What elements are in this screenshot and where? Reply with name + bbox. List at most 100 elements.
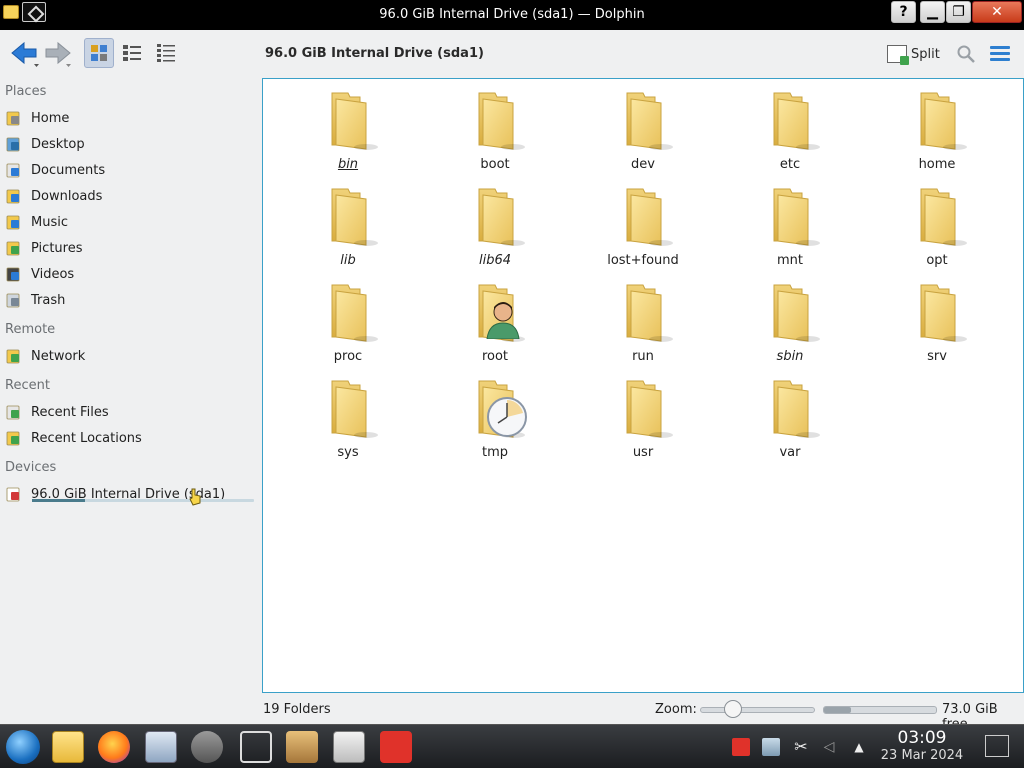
close-button[interactable]: ✕ (972, 1, 1022, 23)
hand-cursor-icon (188, 488, 202, 506)
folder-item-home[interactable]: home (877, 79, 997, 175)
help-button[interactable]: ? (891, 1, 916, 23)
sidebar-section-remote: Remote (5, 322, 56, 337)
folder-item-root[interactable]: root (435, 271, 555, 367)
arrow-right-icon (45, 41, 71, 67)
anydesk-tray-icon[interactable] (732, 738, 750, 756)
trash-icon (5, 291, 23, 309)
xterm-taskbar-icon[interactable] (333, 731, 365, 763)
minimize-button[interactable]: ▁ (920, 1, 945, 23)
folder-item-srv[interactable]: srv (877, 271, 997, 367)
sidebar-item-downloads[interactable]: Downloads (5, 185, 255, 207)
folder-label: tmp (481, 445, 508, 460)
split-label: Split (911, 46, 940, 62)
search-icon (957, 45, 975, 63)
sidebar-item-trash[interactable]: Trash (5, 289, 255, 311)
zoom-label: Zoom: (655, 702, 697, 717)
folder-item-dev[interactable]: dev (583, 79, 703, 175)
sidebar-item-pictures[interactable]: Pictures (5, 237, 255, 259)
folder-label: lib (340, 253, 356, 268)
folder-item-lib[interactable]: lib (288, 175, 408, 271)
maximize-button[interactable]: ❐ (946, 1, 971, 23)
tray-expand-arrow-icon[interactable]: ▲ (850, 738, 868, 756)
folder-label: home (918, 157, 956, 172)
split-button[interactable]: Split (887, 42, 940, 66)
clock[interactable]: 03:09 23 Mar 2024 (872, 729, 972, 765)
folder-item-sbin[interactable]: sbin (730, 271, 850, 367)
folder-label: proc (333, 349, 363, 364)
forward-button[interactable] (44, 40, 78, 68)
used-space-fill (824, 707, 851, 713)
show-desktop-button[interactable] (985, 735, 1009, 757)
folder-label: sys (337, 445, 359, 460)
folder-item-var[interactable]: var (730, 367, 850, 463)
folder-label: dev (631, 157, 655, 172)
folder-count: 19 Folders (263, 702, 331, 717)
sidebar-item-network[interactable]: Network (5, 345, 255, 367)
folder-label: mnt (777, 253, 803, 268)
volume-muted-icon[interactable]: ◁ (820, 738, 838, 756)
file-manager-taskbar-icon[interactable] (52, 731, 84, 763)
package-manager-taskbar-icon[interactable] (286, 731, 318, 763)
folder-icon (326, 377, 378, 439)
firefox-taskbar-icon[interactable] (98, 731, 130, 763)
folder-icon (768, 377, 820, 439)
zoom-slider-handle[interactable] (724, 700, 742, 718)
sidebar-item-label: Downloads (31, 188, 103, 204)
folder-icon (473, 377, 527, 439)
details-list-icon (157, 44, 175, 62)
folder-label: etc (779, 157, 801, 172)
sidebar-section-devices: Devices (5, 460, 57, 475)
clipboard-tray-icon[interactable] (762, 738, 780, 756)
folder-item-bin[interactable]: bin (288, 79, 408, 175)
folder-item-tmp[interactable]: tmp (435, 367, 555, 463)
folder-item-run[interactable]: run (583, 271, 703, 367)
folder-icon (768, 281, 820, 343)
folder-item-boot[interactable]: boot (435, 79, 555, 175)
status-bar: 19 Folders Zoom: 73.0 GiB free (0, 696, 1024, 732)
folder-label: lost+found (607, 253, 679, 268)
pictures-icon (5, 239, 23, 257)
sidebar-item-desktop[interactable]: Desktop (5, 133, 255, 155)
folder-item-lost-found[interactable]: lost+found (583, 175, 703, 271)
compact-view-button[interactable] (118, 38, 148, 68)
home-icon (5, 109, 23, 127)
sidebar-item-recent-files[interactable]: Recent Files (5, 401, 255, 423)
folder-icon (621, 377, 673, 439)
folder-item-opt[interactable]: opt (877, 175, 997, 271)
file-view[interactable]: bin boot dev etc home lib lib64 lost+found mnt op… (262, 78, 1024, 693)
folder-icon (621, 89, 673, 151)
folder-item-etc[interactable]: etc (730, 79, 850, 175)
sidebar-item-recent-locations[interactable]: Recent Locations (5, 427, 255, 449)
places-sidebar: Places Home Desktop Documents Downloads Music… (0, 78, 262, 698)
folder-item-sys[interactable]: sys (288, 367, 408, 463)
folder-item-proc[interactable]: proc (288, 271, 408, 367)
documents-icon (5, 161, 23, 179)
sidebar-item-home[interactable]: Home (5, 107, 255, 129)
start-menu-button[interactable] (6, 730, 40, 764)
sidebar-item-music[interactable]: Music (5, 211, 255, 233)
sidebar-item-documents[interactable]: Documents (5, 159, 255, 181)
sidebar-item-videos[interactable]: Videos (5, 263, 255, 285)
location-breadcrumb[interactable]: 96.0 GiB Internal Drive (sda1) (265, 46, 484, 61)
hamburger-menu-button[interactable] (990, 46, 1010, 62)
folder-label: opt (926, 253, 948, 268)
details-view-button[interactable] (152, 38, 182, 68)
folder-icon (326, 89, 378, 151)
icons-view-button[interactable] (84, 38, 114, 68)
search-button[interactable] (956, 44, 976, 64)
anydesk-taskbar-icon[interactable] (380, 731, 412, 763)
folder-icon (621, 281, 673, 343)
folder-item-lib64[interactable]: lib64 (435, 175, 555, 271)
zoom-slider-track[interactable] (700, 707, 815, 713)
scissors-tray-icon[interactable]: ✂ (792, 738, 810, 756)
gimp-taskbar-icon[interactable] (191, 731, 223, 763)
system-settings-taskbar-icon[interactable] (145, 731, 177, 763)
recent-locations-icon (5, 429, 23, 447)
folder-item-usr[interactable]: usr (583, 367, 703, 463)
back-button[interactable] (8, 40, 42, 68)
folder-icon (326, 185, 378, 247)
folder-item-mnt[interactable]: mnt (730, 175, 850, 271)
sidebar-item-label: Recent Locations (31, 430, 142, 446)
window-switcher-taskbar-icon[interactable] (240, 731, 272, 763)
